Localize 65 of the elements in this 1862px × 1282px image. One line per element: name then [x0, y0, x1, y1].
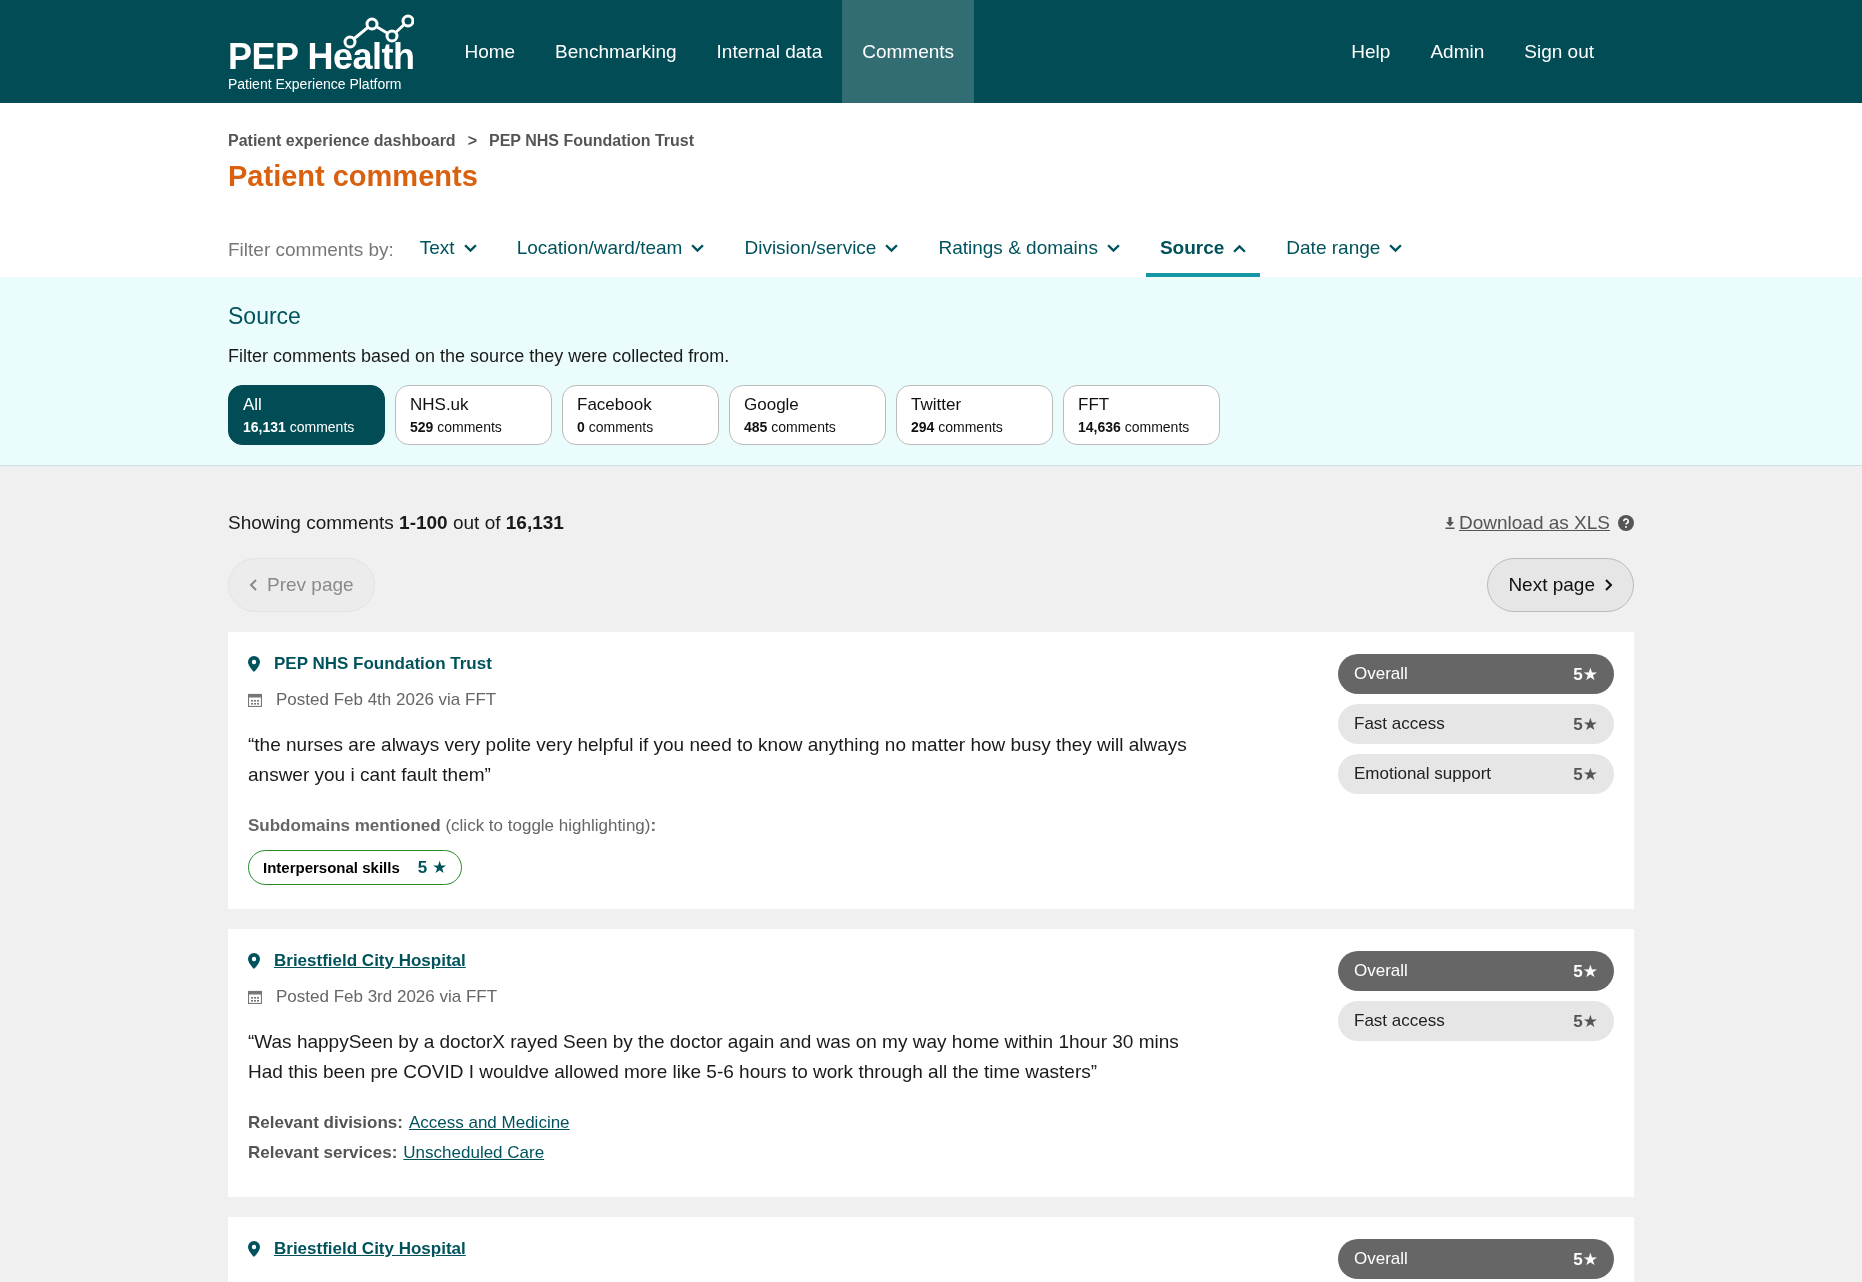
rating-pill: Overall 5★: [1338, 951, 1614, 991]
comment-text: “the nurses are always very polite very helpful if you need to know anything no matter how busy they will always answer you i cant fault them”: [248, 733, 1188, 787]
filter-tab[interactable]: Text: [405, 229, 491, 277]
logo-text: PEP Health: [228, 37, 415, 76]
source-option[interactable]: All 16,131 comments: [228, 385, 385, 445]
rating-pill: Emotional support 5★: [1338, 754, 1614, 794]
filter-tab[interactable]: Division/service: [730, 229, 913, 277]
relevant-link[interactable]: Unscheduled Care: [403, 1143, 545, 1163]
nav-link[interactable]: Internal data: [696, 0, 843, 103]
breadcrumb-separator: >: [467, 132, 477, 150]
breadcrumb-link[interactable]: Patient experience dashboard: [228, 132, 456, 150]
filter-tab[interactable]: Date range: [1272, 229, 1417, 277]
source-option[interactable]: NHS.uk 529 comments: [395, 385, 552, 445]
nav-link[interactable]: Sign out: [1504, 0, 1614, 103]
chevron-down-icon: [463, 243, 477, 253]
section-description: Filter comments based on the source they were collected from.: [228, 346, 731, 367]
nav-link[interactable]: Home: [444, 0, 536, 103]
rating-pill: Fast access 5★: [1338, 704, 1614, 744]
nav-link[interactable]: Benchmarking: [535, 0, 697, 103]
subdomains-label: Subdomains mentioned (click to toggle highlighting):: [248, 816, 658, 836]
page-title: Patient comments: [228, 160, 479, 193]
chevron-down-icon: [1389, 243, 1403, 253]
rating-pill: Overall 5★: [1338, 654, 1614, 694]
filter-tab[interactable]: Location/ward/team: [502, 229, 719, 277]
chevron-down-icon: [1106, 243, 1120, 253]
rating-pill: Fast access 5★: [1338, 1001, 1614, 1041]
map-pin-icon: [248, 953, 260, 969]
subdomain-chip[interactable]: Interpersonal skills 5 ★: [248, 850, 463, 885]
download-link[interactable]: Download as XLS: [1458, 512, 1610, 534]
nav-link[interactable]: Admin: [1410, 0, 1505, 103]
filter-tab[interactable]: Ratings & domains: [924, 229, 1134, 277]
logo[interactable]: PEP Health Patient Experience Platform: [228, 0, 415, 103]
relevant-label: Relevant services:: [248, 1143, 398, 1163]
chevron-right-icon: [1605, 579, 1613, 591]
map-pin-icon: [248, 656, 260, 672]
chevron-left-icon: [249, 579, 257, 591]
posted-date: Posted Feb 3rd 2026 via FFT: [276, 987, 498, 1007]
source-option[interactable]: Twitter 294 comments: [896, 385, 1053, 445]
calendar-icon: [248, 990, 262, 1004]
nav-link[interactable]: Comments: [842, 0, 975, 103]
calendar-icon: [248, 693, 262, 707]
filter-label: Filter comments by:: [228, 238, 394, 262]
next-page-button[interactable]: Next page: [1487, 558, 1634, 612]
chevron-down-icon: [691, 243, 705, 253]
chevron-down-icon: [885, 243, 899, 253]
nav-link[interactable]: Help: [1331, 0, 1411, 103]
chevron-up-icon: [1233, 243, 1247, 253]
relevant-label: Relevant divisions:: [248, 1113, 403, 1133]
logo-tagline: Patient Experience Platform: [228, 75, 403, 92]
breadcrumb-link[interactable]: PEP NHS Foundation Trust: [489, 132, 695, 150]
rating-pill: Overall 5★: [1338, 1239, 1614, 1279]
relevant-link[interactable]: Access and Medicine: [408, 1113, 570, 1133]
help-icon[interactable]: [1618, 515, 1634, 531]
source-option[interactable]: Facebook 0 comments: [562, 385, 719, 445]
posted-date: Posted Feb 4th 2026 via FFT: [276, 690, 497, 710]
results-summary: Showing comments 1-100 out of 16,131: [228, 512, 564, 534]
section-heading: Source: [228, 303, 302, 330]
download-icon: [1444, 517, 1455, 529]
source-option[interactable]: FFT 14,636 comments: [1063, 385, 1220, 445]
source-option[interactable]: Google 485 comments: [729, 385, 886, 445]
location-link[interactable]: PEP NHS Foundation Trust: [274, 654, 492, 674]
location-link[interactable]: Briestfield City Hospital: [274, 951, 466, 971]
location-link[interactable]: Briestfield City Hospital: [274, 1239, 466, 1259]
map-pin-icon: [248, 1241, 260, 1257]
comment-text: “Was happySeen by a doctorX rayed Seen by the doctor again and was on my way home within 1hour 30 mins Had this been pre COVID I wouldve allowed more like 5-6 hours to work through all the time wasters”: [248, 1030, 1180, 1084]
